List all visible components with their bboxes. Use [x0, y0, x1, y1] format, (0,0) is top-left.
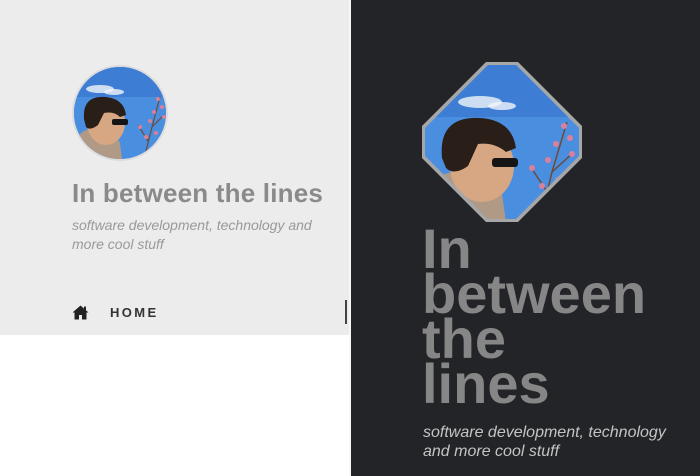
- home-icon: [72, 305, 89, 320]
- site-tagline-large: software development, technology and mor…: [423, 424, 666, 460]
- profile-photo: [422, 62, 582, 222]
- profile-photo: [74, 67, 166, 159]
- avatar[interactable]: [72, 65, 168, 161]
- nav-item-label: HOME: [110, 304, 159, 320]
- page-background: [0, 335, 350, 476]
- nav-item-home[interactable]: HOME: [72, 302, 159, 322]
- right-theme-preview: In between the lines software developmen…: [351, 0, 700, 476]
- site-title-large[interactable]: In between the lines: [422, 221, 646, 415]
- site-title[interactable]: In between the lines: [72, 178, 347, 209]
- site-tagline: software development, technology and mor…: [72, 217, 312, 252]
- scrollbar-thumb[interactable]: [345, 300, 347, 324]
- avatar-diamond[interactable]: [422, 62, 582, 222]
- title-word: lines: [422, 352, 550, 415]
- left-theme-preview: In between the lines software developmen…: [0, 0, 350, 335]
